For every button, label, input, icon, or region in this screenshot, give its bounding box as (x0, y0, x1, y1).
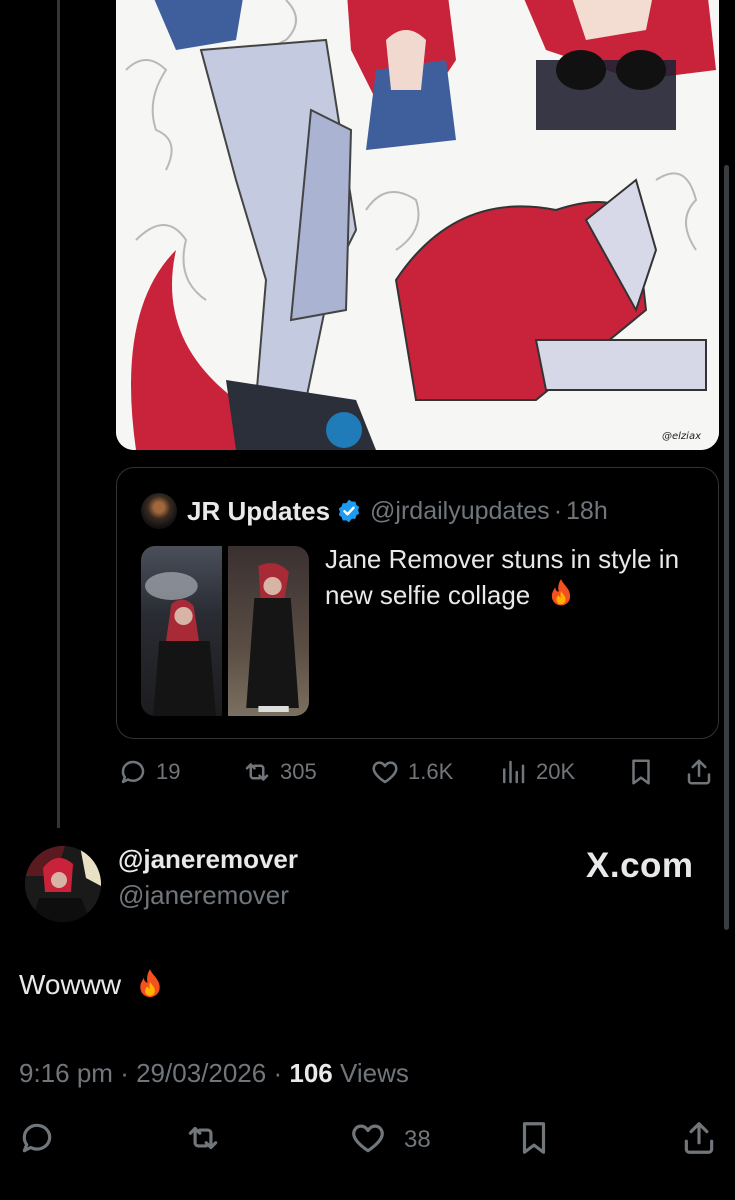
views-count: 20K (536, 759, 576, 784)
author-avatar[interactable] (25, 846, 101, 922)
bookmark-icon[interactable] (515, 1119, 553, 1157)
post-date[interactable]: 29/03/2026 (136, 1058, 266, 1088)
x-com-watermark: X.com (586, 846, 694, 885)
quoted-text: Jane Remover stuns in style in new selfi… (325, 541, 705, 613)
like-button[interactable]: 1.6K (370, 752, 453, 792)
post-metadata: 9:16 pm · 29/03/2026 · 106 Views (19, 1058, 409, 1089)
bookmark-icon (632, 759, 650, 785)
reply-icon[interactable] (18, 1119, 56, 1157)
artist-signature: @elziax (661, 431, 701, 442)
post-views-label: Views (340, 1058, 409, 1088)
heart-icon (372, 761, 398, 784)
repost-icon (245, 763, 269, 781)
reply-icon (121, 760, 145, 784)
meta-separator: · (120, 1058, 129, 1088)
views-button[interactable]: 20K (498, 752, 575, 792)
quoted-handle[interactable]: @jrdailyupdates (370, 497, 550, 526)
repost-button[interactable]: 305 (242, 752, 317, 792)
post-time[interactable]: 9:16 pm (19, 1058, 113, 1088)
like-count: 1.6K (408, 759, 454, 784)
quoted-timestamp[interactable]: 18h (566, 497, 608, 526)
thread-line (57, 0, 60, 828)
meta-separator-2: · (273, 1058, 283, 1088)
quoted-avatar[interactable] (141, 493, 177, 529)
quoted-media-thumbnail[interactable] (141, 546, 309, 716)
quoted-display-name[interactable]: JR Updates (187, 496, 330, 527)
selfie-photo-right (228, 546, 309, 716)
post-action-bar: 38 (0, 1114, 735, 1164)
quoted-tweet-header: JR Updates @jrdailyupdates · 18h (141, 493, 608, 529)
share-icon (687, 759, 711, 785)
post-text-body: Wowww (19, 969, 122, 1000)
quoted-tweet[interactable]: JR Updates @jrdailyupdates · 18h Jane Re… (116, 467, 719, 739)
post-like-count: 38 (404, 1126, 431, 1153)
verified-badge-icon (338, 499, 360, 523)
views-chart-icon (503, 760, 525, 784)
fire-emoji-icon (552, 579, 571, 606)
scrollbar[interactable] (724, 165, 729, 930)
quote-action-bar: 19 305 1.6K 20K (116, 752, 719, 792)
bookmark-button[interactable] (626, 752, 664, 792)
share-icon[interactable] (680, 1119, 718, 1157)
quoted-separator: · (553, 496, 563, 525)
artwork-drawing (116, 0, 719, 450)
selfie-photo-left (141, 546, 222, 716)
reply-count: 19 (156, 759, 181, 784)
fire-emoji-icon (140, 969, 160, 998)
repost-icon[interactable] (184, 1119, 222, 1157)
author-display-name[interactable]: @janeremover (118, 844, 298, 875)
repost-count: 305 (280, 759, 317, 784)
reply-button[interactable]: 19 (118, 752, 180, 792)
share-button[interactable] (684, 752, 722, 792)
author-handle[interactable]: @janeremover (118, 880, 289, 911)
post-text: Wowww (19, 968, 165, 1002)
post-views-count: 106 (289, 1058, 333, 1088)
quoted-text-body: Jane Remover stuns in style in new selfi… (325, 544, 680, 610)
heart-icon[interactable] (349, 1119, 387, 1157)
artwork-image[interactable]: @elziax (116, 0, 719, 450)
